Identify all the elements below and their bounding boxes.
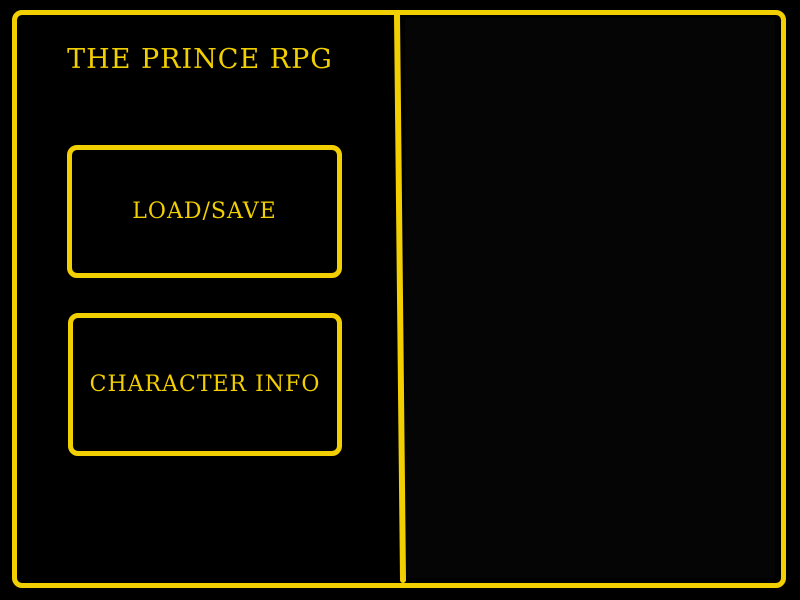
load-save-button[interactable]: LOAD/SAVE	[67, 145, 342, 278]
character-info-label: CHARACTER INFO	[89, 372, 321, 397]
game-title: THE PRINCE RPG	[67, 44, 333, 75]
load-save-label: LOAD/SAVE	[132, 199, 277, 224]
content-panel	[405, 18, 775, 578]
character-info-button[interactable]: CHARACTER INFO	[68, 313, 342, 456]
